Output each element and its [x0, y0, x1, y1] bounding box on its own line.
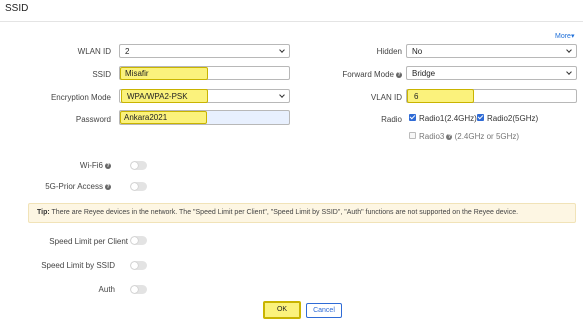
wlan-id-label: WLAN ID [77, 47, 111, 56]
hidden-label: Hidden [376, 47, 402, 56]
password-label: Password [75, 115, 111, 124]
auth-toggle[interactable] [130, 285, 147, 294]
encryption-mode-value: WPA/WPA2-PSK [127, 92, 188, 101]
dialog-title-bar: SSID [0, 0, 583, 22]
prior-access-toggle[interactable] [130, 182, 147, 191]
speed-limit-ssid-toggle[interactable] [130, 261, 147, 270]
prior-access-label-text: 5G-Prior Access [45, 182, 103, 191]
forward-mode-label: Forward Mode? [342, 70, 402, 79]
radio3-label: Radio3 [419, 132, 445, 141]
radio3-checkbox[interactable] [409, 132, 416, 139]
wlan-id-value: 2 [125, 47, 130, 56]
speed-limit-client-label: Speed Limit per Client [49, 237, 128, 246]
radio3-note: (2.4GHz or 5GHz) [454, 132, 520, 141]
radio1-checkbox[interactable] [409, 114, 416, 121]
password-value: Ankara2021 [124, 113, 168, 122]
help-icon[interactable]: ? [396, 72, 402, 78]
auth-label: Auth [98, 285, 115, 294]
tip-prefix: Tip: [37, 209, 50, 216]
radio2-label: Radio2(5GHz) [487, 114, 539, 123]
encryption-mode-label: Encryption Mode [50, 93, 111, 102]
forward-mode-select[interactable]: Bridge [406, 66, 577, 80]
hidden-select[interactable]: No [406, 44, 577, 58]
speed-limit-client-toggle[interactable] [130, 236, 147, 245]
wifi6-toggle[interactable] [130, 161, 147, 170]
vlan-id-value: 6 [414, 92, 419, 101]
help-icon[interactable]: ? [446, 134, 453, 140]
help-icon[interactable]: ? [105, 184, 111, 190]
tip-banner: Tip: There are Reyee devices in the netw… [28, 203, 576, 223]
forward-mode-value: Bridge [412, 69, 436, 78]
dialog-title: SSID [5, 3, 29, 14]
radio2-checkbox[interactable] [477, 114, 484, 121]
wlan-id-select[interactable]: 2 [119, 44, 290, 58]
ssid-value: Misafir [125, 69, 149, 78]
wifi6-label: Wi-Fi6? [80, 161, 111, 170]
ok-button[interactable]: OK [263, 301, 301, 319]
vlan-id-label: VLAN ID [370, 93, 402, 102]
prior-access-label: 5G-Prior Access? [45, 182, 111, 191]
more-link[interactable]: More▾ [555, 32, 574, 40]
tip-text: There are Reyee devices in the network. … [51, 209, 519, 216]
cancel-button[interactable]: Cancel [306, 303, 342, 318]
ssid-label: SSID [92, 70, 111, 79]
radio-label: Radio [381, 115, 402, 124]
radio3-label-group: Radio3? (2.4GHz or 5GHz) [419, 132, 519, 141]
hidden-value: No [412, 47, 423, 56]
help-icon[interactable]: ? [105, 163, 111, 169]
speed-limit-ssid-label: Speed Limit by SSID [41, 261, 115, 270]
forward-mode-label-text: Forward Mode [342, 70, 394, 79]
wifi6-label-text: Wi-Fi6 [79, 161, 103, 170]
radio1-label: Radio1(2.4GHz) [419, 114, 477, 123]
